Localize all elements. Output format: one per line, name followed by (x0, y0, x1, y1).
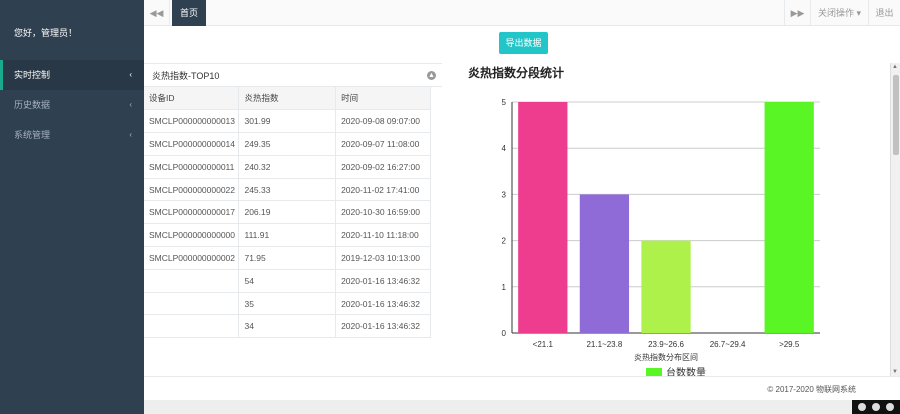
tab-home[interactable]: 首页 (172, 0, 206, 26)
bar (579, 194, 630, 333)
export-data-button[interactable]: 导出数据 (499, 32, 548, 54)
top10-panel: 炎热指数-TOP10 ▲ 设备ID 炎热指数 时间 SMCLP000000000… (144, 63, 442, 343)
cell-heat-index: 240.32 (238, 155, 337, 179)
scrollbar[interactable]: ▲ ▼ (890, 63, 900, 376)
cell-heat-index: 71.95 (238, 246, 337, 270)
sidebar-item-system-management[interactable]: 系统管理 ‹ (0, 120, 144, 150)
cell-device-id: SMCLP000000000017 (144, 200, 240, 225)
x-tick-label: >29.5 (779, 340, 800, 349)
chevron-left-icon: ‹ (129, 100, 132, 109)
cell-time: 2020-01-16 13:46:32 (335, 269, 431, 293)
x-tick-label: 26.7~29.4 (710, 340, 746, 349)
y-tick-label: 0 (502, 329, 507, 338)
tray-icon[interactable] (872, 403, 880, 411)
table-row[interactable]: 54 2020-01-16 13:46:32 (144, 269, 431, 293)
column-header-heat-index[interactable]: 炎热指数 (238, 87, 337, 111)
cell-device-id: SMCLP000000000014 (144, 132, 240, 156)
cell-time: 2020-01-16 13:46:32 (335, 292, 431, 316)
system-tray (852, 400, 900, 414)
cell-heat-index: 301.99 (238, 109, 337, 134)
cell-time: 2020-01-16 13:46:32 (335, 314, 431, 339)
sidebar-item-label: 系统管理 (14, 130, 51, 140)
cell-device-id: SMCLP000000000002 (144, 246, 240, 270)
x-tick-label: 21.1~23.8 (586, 340, 622, 349)
scroll-up-icon[interactable]: ▲ (892, 64, 898, 70)
table-row[interactable]: SMCLP000000000017 206.19 2020-10-30 16:59:… (144, 200, 431, 225)
table-body: SMCLP000000000013 301.99 2020-09-08 09:07:… (144, 109, 431, 339)
sidebar-item-label: 历史数据 (14, 100, 51, 110)
cell-device-id (144, 314, 240, 339)
cell-heat-index: 54 (238, 269, 337, 293)
cell-time: 2019-12-03 10:13:00 (335, 246, 431, 270)
bar (764, 102, 814, 333)
chevron-left-icon: ‹ (129, 130, 132, 139)
sidebar-item-label: 实时控制 (14, 70, 51, 80)
table-row[interactable]: SMCLP000000000011 240.32 2020-09-02 16:27:… (144, 155, 431, 179)
cell-heat-index: 206.19 (238, 200, 337, 225)
cell-time: 2020-10-30 16:59:00 (335, 200, 431, 225)
table-row[interactable]: SMCLP000000000014 249.35 2020-09-07 11:08:… (144, 132, 431, 156)
footer: © 2017-2020 物联网系统 (144, 376, 900, 400)
sidebar-nav: 实时控制 ‹ 历史数据 ‹ 系统管理 ‹ (0, 60, 144, 150)
chart-title: 炎热指数分段统计 (468, 66, 565, 80)
panel-header: 炎热指数-TOP10 ▲ (144, 63, 442, 87)
bar (641, 240, 691, 333)
y-tick-label: 5 (502, 98, 507, 107)
y-tick-label: 2 (502, 237, 507, 246)
cell-heat-index: 34 (238, 314, 337, 339)
tray-icon[interactable] (858, 403, 866, 411)
cell-heat-index: 245.33 (238, 178, 337, 202)
scroll-down-icon[interactable]: ▼ (892, 369, 898, 375)
table-row[interactable]: SMCLP000000000022 245.33 2020-11-02 17:41:… (144, 178, 431, 202)
y-tick-label: 1 (502, 283, 507, 292)
column-header-device-id[interactable]: 设备ID (144, 87, 240, 111)
cell-heat-index: 111.91 (238, 223, 337, 248)
panel-title: 炎热指数-TOP10 (152, 71, 220, 81)
column-header-time[interactable]: 时间 (335, 87, 431, 111)
x-tick-label: 23.9~26.6 (648, 340, 684, 349)
logout-button[interactable]: 退出 (868, 0, 900, 26)
table-row[interactable]: 35 2020-01-16 13:46:32 (144, 292, 431, 316)
sidebar-item-history-data[interactable]: 历史数据 ‹ (0, 90, 144, 120)
y-tick-label: 4 (502, 144, 507, 153)
welcome-text: 您好，管理员！ (14, 28, 78, 38)
cell-device-id: SMCLP000000000011 (144, 155, 240, 179)
help-icon[interactable] (886, 403, 894, 411)
scrollbar-thumb[interactable] (893, 75, 899, 155)
sidebar-item-realtime-control[interactable]: 实时控制 ‹ (0, 60, 144, 90)
cell-time: 2020-11-10 11:18:00 (335, 223, 431, 248)
cell-time: 2020-09-08 09:07:00 (335, 109, 431, 134)
cell-heat-index: 35 (238, 292, 337, 316)
x-tick-label: <21.1 (533, 340, 554, 349)
cell-time: 2020-11-02 17:41:00 (335, 178, 431, 202)
top10-table: 设备ID 炎热指数 时间 SMCLP000000000013 301.99 2020… (144, 87, 431, 339)
bar (518, 102, 568, 333)
legend-swatch (646, 368, 662, 376)
cell-heat-index: 249.35 (238, 132, 337, 156)
scroll-tabs-right-button[interactable]: ▶▶ (784, 0, 810, 26)
bar-chart: 0 1 2 3 4 5 <21.1 21.1~23.8 23.9~26.6 26.7~29.4 >2… (502, 98, 820, 379)
table-row[interactable]: SMCLP000000000000 111.91 2020-11-10 11:18:… (144, 223, 431, 248)
cell-device-id: SMCLP000000000022 (144, 178, 240, 202)
collapse-up-icon[interactable]: ▲ (427, 71, 436, 80)
table-row[interactable]: SMCLP000000000013 301.99 2020-09-08 09:07:… (144, 109, 431, 134)
table-row[interactable]: SMCLP000000000002 71.95 2019-12-03 10:13:0… (144, 246, 431, 270)
chevron-left-icon: ‹ (129, 70, 132, 79)
y-tick-label: 3 (502, 190, 507, 199)
status-bar (144, 400, 900, 414)
top-tab-bar: ◀◀ 首页 ▶▶ 关闭操作 ▾ 退出 (144, 0, 900, 26)
scroll-tabs-left-button[interactable]: ◀◀ (144, 0, 170, 26)
x-axis-label: 炎热指数分布区间 (634, 352, 698, 362)
cell-device-id: SMCLP000000000000 (144, 223, 240, 248)
cell-device-id (144, 269, 240, 293)
table-row[interactable]: 34 2020-01-16 13:46:32 (144, 314, 431, 339)
cell-device-id: SMCLP000000000013 (144, 109, 240, 134)
copyright-text: © 2017-2020 物联网系统 (767, 385, 856, 394)
table-header-row: 设备ID 炎热指数 时间 (144, 87, 431, 111)
cell-time: 2020-09-07 11:08:00 (335, 132, 431, 156)
cell-device-id (144, 292, 240, 316)
close-operations-dropdown[interactable]: 关闭操作 ▾ (810, 0, 868, 26)
sidebar: 您好，管理员！ 实时控制 ‹ 历史数据 ‹ 系统管理 ‹ (0, 0, 144, 414)
cell-time: 2020-09-02 16:27:00 (335, 155, 431, 179)
